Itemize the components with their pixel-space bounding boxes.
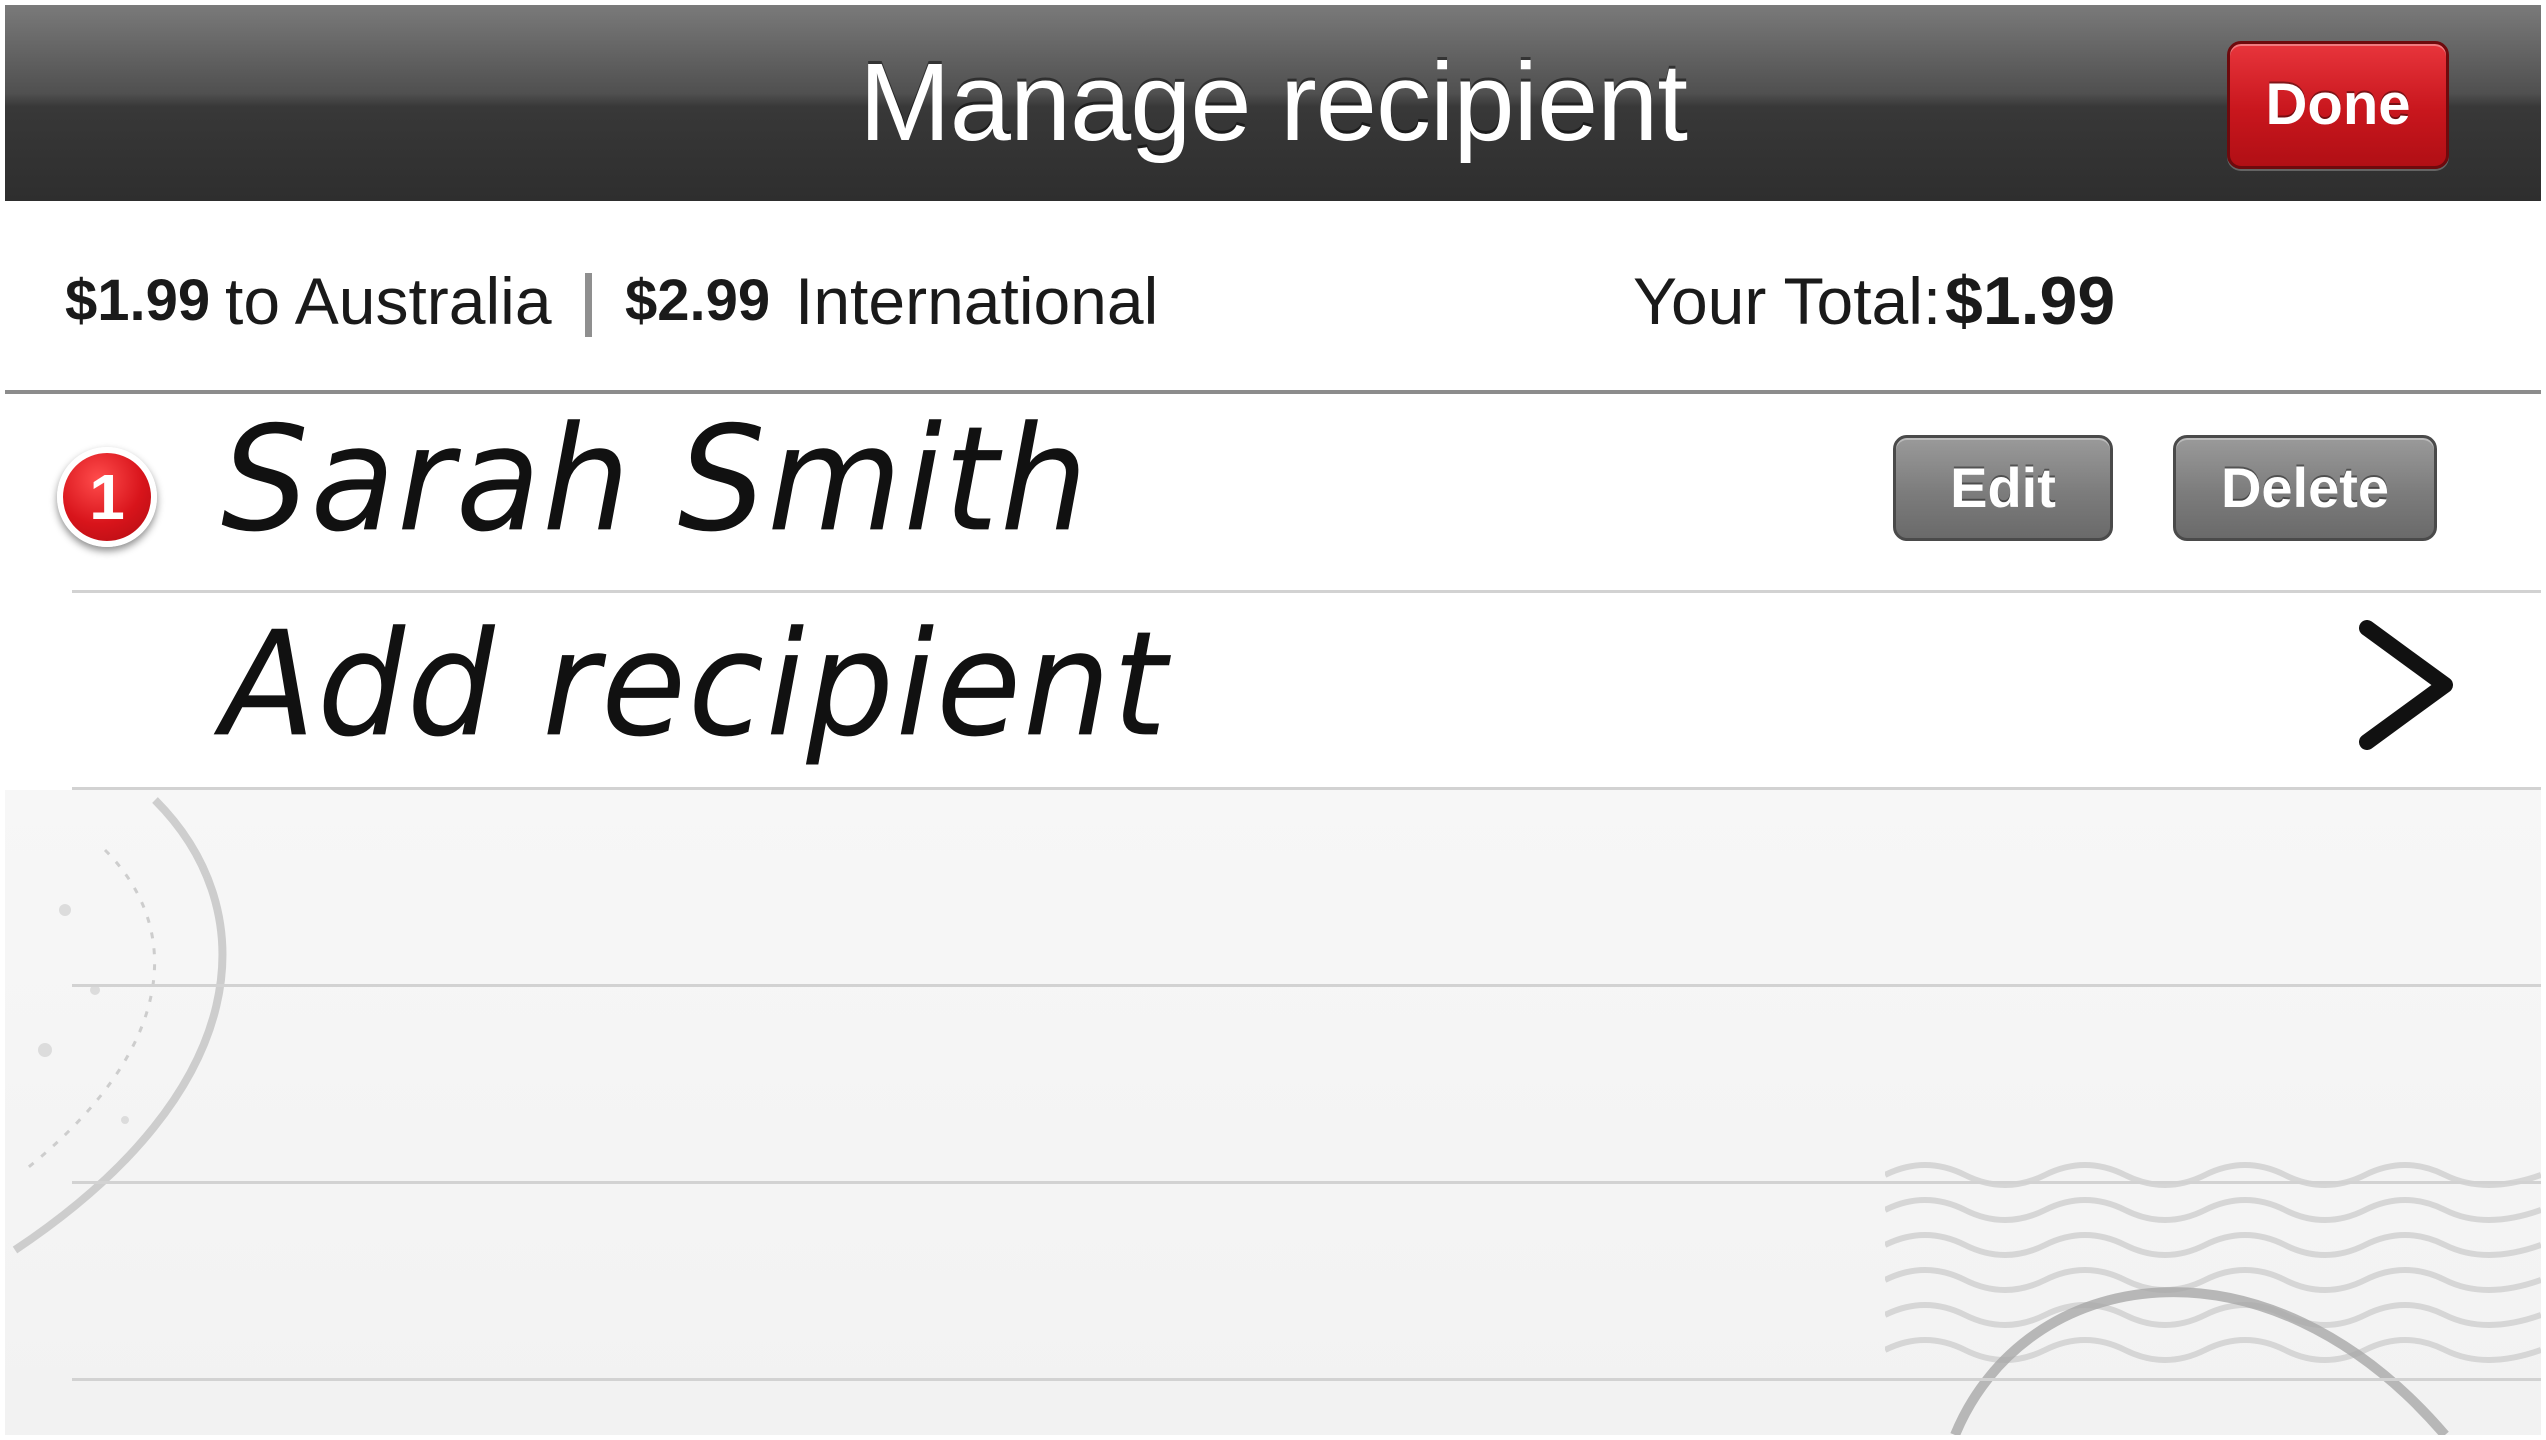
row-divider bbox=[72, 1378, 2541, 1381]
manage-recipient-screen: Manage recipient Done $1.99 to Australia… bbox=[5, 5, 2541, 1435]
postmark-stamp-icon bbox=[1885, 1162, 2541, 1435]
domestic-label: to Australia bbox=[225, 264, 552, 338]
price-summary-bar: $1.99 to Australia $2.99 International Y… bbox=[5, 201, 2541, 394]
row-divider bbox=[72, 590, 2541, 593]
row-divider bbox=[72, 1181, 2541, 1184]
navigation-bar: Manage recipient Done bbox=[5, 5, 2541, 201]
recipient-name[interactable]: Sarah Smith bbox=[221, 401, 1090, 559]
total-label: Your Total: bbox=[1633, 264, 1942, 338]
international-label: International bbox=[795, 264, 1159, 338]
row-divider bbox=[72, 984, 2541, 987]
international-price: $2.99 bbox=[625, 268, 771, 333]
edit-button[interactable]: Edit bbox=[1893, 435, 2113, 541]
add-recipient-row[interactable]: Add recipient bbox=[221, 600, 1169, 769]
row-divider bbox=[72, 787, 2541, 790]
page-title: Manage recipient bbox=[859, 41, 1688, 164]
price-divider bbox=[585, 273, 592, 337]
done-button[interactable]: Done bbox=[2227, 41, 2449, 169]
postmark-stamp-icon bbox=[12, 797, 227, 1254]
total-value: $1.99 bbox=[1945, 263, 2116, 339]
delete-button[interactable]: Delete bbox=[2173, 435, 2437, 541]
recipient-number-badge: 1 bbox=[57, 447, 157, 547]
domestic-price: $1.99 bbox=[65, 268, 211, 333]
chevron-right-icon[interactable] bbox=[2345, 620, 2465, 750]
